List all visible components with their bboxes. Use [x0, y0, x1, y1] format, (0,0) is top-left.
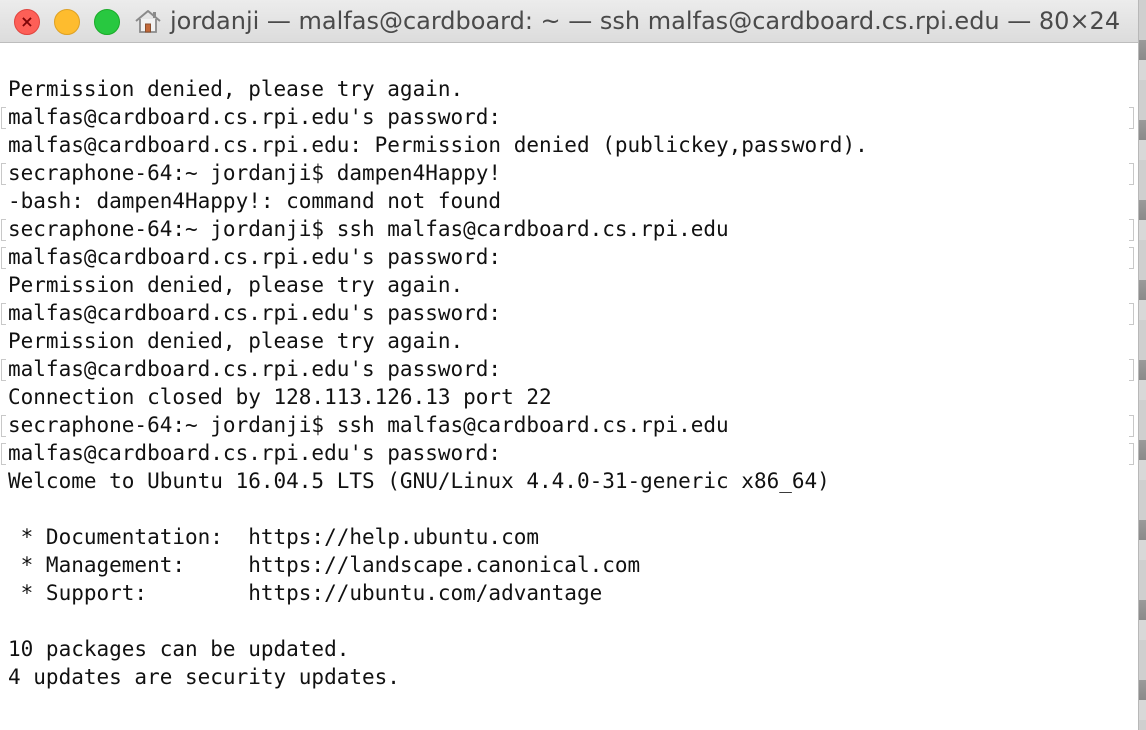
terminal-line: secraphone-64:~ jordanji$ dampen4Happy! [8, 161, 502, 185]
terminal-line: Welcome to Ubuntu 16.04.5 LTS (GNU/Linux… [8, 469, 830, 493]
window-title: jordanji — malfas@cardboard: ~ — ssh mal… [170, 7, 1121, 35]
selection-bracket-mark [1, 219, 6, 241]
terminal-line: Permission denied, please try again. [8, 273, 464, 297]
terminal-line: malfas@cardboard.cs.rpi.edu: Permission … [8, 133, 868, 157]
home-icon [135, 10, 161, 33]
selection-bracket-mark [1129, 219, 1134, 241]
terminal-window: × jordanji — malfas@cardboard: ~ — ssh m… [0, 0, 1139, 730]
terminal-output[interactable]: Permission denied, please try again. malf… [0, 43, 1138, 730]
selection-bracket-mark [1, 247, 6, 269]
selection-bracket-mark [1129, 415, 1134, 437]
terminal-line: malfas@cardboard.cs.rpi.edu's password: [8, 245, 502, 269]
terminal-line: malfas@cardboard.cs.rpi.edu's password: [8, 105, 502, 129]
selection-bracket-mark [1129, 107, 1134, 129]
title-bar[interactable]: × jordanji — malfas@cardboard: ~ — ssh m… [0, 0, 1138, 43]
selection-bracket-mark [1, 415, 6, 437]
selection-bracket-mark [1129, 247, 1134, 269]
terminal-line: * Support: https://ubuntu.com/advantage [8, 581, 603, 605]
selection-bracket-mark [1, 107, 6, 129]
terminal-line: 4 updates are security updates. [8, 665, 400, 689]
terminal-line: * Management: https://landscape.canonica… [8, 553, 641, 577]
selection-bracket-mark [1, 303, 6, 325]
selection-bracket-mark [1129, 163, 1134, 185]
close-icon: × [20, 12, 34, 31]
desktop-background [1139, 0, 1146, 730]
selection-bracket-mark [1, 359, 6, 381]
selection-bracket-mark [1129, 359, 1134, 381]
selection-bracket-mark [1129, 303, 1134, 325]
selection-bracket-mark [1, 163, 6, 185]
close-button[interactable]: × [14, 9, 40, 35]
terminal-line: malfas@cardboard.cs.rpi.edu's password: [8, 441, 502, 465]
terminal-line: secraphone-64:~ jordanji$ ssh malfas@car… [8, 217, 729, 241]
terminal-line: * Documentation: https://help.ubuntu.com [8, 525, 540, 549]
selection-bracket-mark [1, 443, 6, 465]
terminal-line: Permission denied, please try again. [8, 77, 464, 101]
selection-bracket-mark [1129, 443, 1134, 465]
terminal-line: 10 packages can be updated. [8, 637, 350, 661]
terminal-line: Connection closed by 128.113.126.13 port… [8, 385, 552, 409]
minimize-button[interactable] [54, 9, 80, 35]
terminal-line: -bash: dampen4Happy!: command not found [8, 189, 502, 213]
terminal-line: malfas@cardboard.cs.rpi.edu's password: [8, 357, 502, 381]
maximize-button[interactable] [94, 9, 120, 35]
terminal-line: malfas@cardboard.cs.rpi.edu's password: [8, 301, 502, 325]
terminal-line: secraphone-64:~ jordanji$ ssh malfas@car… [8, 413, 729, 437]
terminal-line: Permission denied, please try again. [8, 329, 464, 353]
